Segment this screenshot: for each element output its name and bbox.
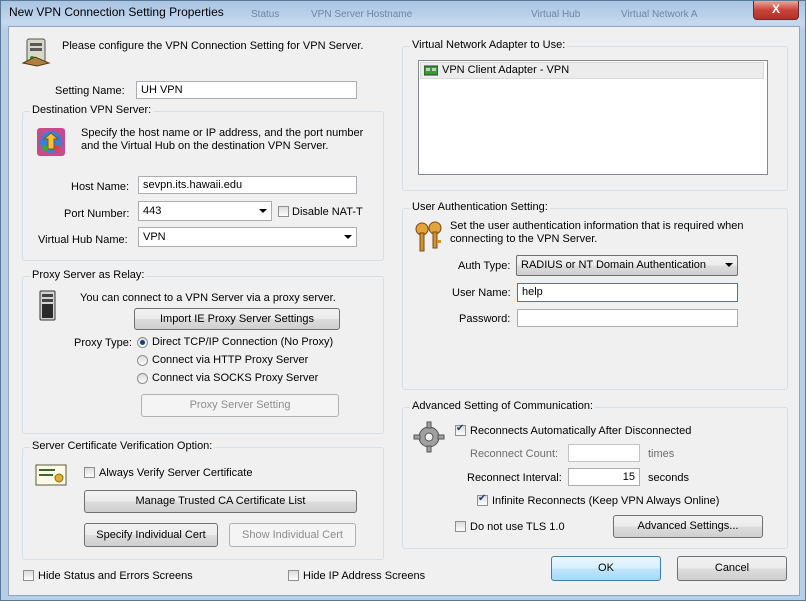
- reconnect-count-unit: times: [648, 448, 675, 460]
- ok-button[interactable]: OK: [551, 556, 661, 581]
- reconnect-count-input[interactable]: [568, 444, 640, 462]
- intro-text: Please configure the VPN Connection Sett…: [62, 40, 364, 52]
- auto-reconnect-checkbox[interactable]: [455, 423, 466, 436]
- auto-reconnect-label: Reconnects Automatically After Disconnec…: [470, 425, 692, 437]
- auth-type-combo[interactable]: RADIUS or NT Domain Authentication: [516, 255, 738, 276]
- proxy-option-label: Connect via HTTP Proxy Server: [152, 354, 309, 366]
- background-column-header: Virtual Network A: [621, 9, 698, 20]
- window-title: New VPN Connection Setting Properties: [9, 5, 224, 19]
- proxy-socks-radio[interactable]: [137, 373, 148, 384]
- hide-ip-label: Hide IP Address Screens: [303, 570, 426, 582]
- no-tls-label: Do not use TLS 1.0: [470, 521, 565, 533]
- destination-description-line: and the Virtual Hub on the destination V…: [81, 140, 329, 152]
- setting-name-input[interactable]: UH VPN: [136, 81, 357, 99]
- keys-icon: [413, 220, 447, 254]
- advanced-group-title: Advanced Setting of Communication:: [410, 400, 595, 412]
- dialog-client-area: Please configure the VPN Connection Sett…: [8, 26, 800, 596]
- port-number-value: 443: [143, 205, 162, 217]
- password-input[interactable]: [517, 309, 738, 327]
- disable-nat-t-checkbox[interactable]: [278, 206, 289, 217]
- proxy-description: You can connect to a VPN Server via a pr…: [80, 292, 336, 304]
- network-globe-icon: [36, 127, 66, 157]
- verify-certificate-checkbox[interactable]: [84, 467, 95, 478]
- proxy-option-label: Direct TCP/IP Connection (No Proxy): [152, 336, 334, 348]
- auth-group-title: User Authentication Setting:: [410, 201, 550, 213]
- proxy-type-label: Proxy Type:: [74, 337, 132, 349]
- gear-icon: [413, 421, 445, 453]
- infinite-reconnect-label: Infinite Reconnects (Keep VPN Always Onl…: [492, 495, 720, 507]
- destination-description-line: Specify the host name or IP address, and…: [81, 127, 364, 139]
- hide-status-checkbox[interactable]: [23, 570, 34, 581]
- show-cert-button[interactable]: Show Individual Cert: [229, 523, 356, 547]
- background-column-header: VPN Server Hostname: [311, 9, 413, 20]
- auth-description-line: connecting to the VPN Server.: [450, 233, 598, 245]
- auth-description-line: Set the user authentication information …: [450, 220, 744, 232]
- hide-ip-checkbox[interactable]: [288, 570, 299, 581]
- proxy-server-setting-button[interactable]: Proxy Server Setting: [141, 394, 339, 417]
- chevron-down-icon: [344, 235, 352, 239]
- virtual-hub-combo[interactable]: VPN: [138, 227, 357, 247]
- certificate-group-title: Server Certificate Verification Option:: [30, 440, 215, 452]
- user-name-label: User Name:: [452, 287, 511, 299]
- port-number-label: Port Number:: [64, 208, 130, 220]
- setting-name-label: Setting Name:: [55, 85, 125, 97]
- chevron-down-icon: [725, 263, 733, 267]
- host-name-input[interactable]: sevpn.its.hawaii.edu: [138, 176, 357, 194]
- reconnect-interval-label: Reconnect Interval:: [467, 472, 562, 484]
- password-label: Password:: [459, 313, 511, 325]
- adapter-group-title: Virtual Network Adapter to Use:: [410, 39, 568, 51]
- virtual-hub-value: VPN: [143, 231, 166, 243]
- computer-setup-icon: [21, 37, 53, 67]
- reconnect-interval-unit: seconds: [648, 472, 689, 484]
- background-column-header: Status: [251, 9, 280, 20]
- auth-type-label: Auth Type:: [458, 260, 511, 272]
- user-name-input[interactable]: help: [517, 283, 738, 302]
- specify-cert-button[interactable]: Specify Individual Cert: [84, 523, 218, 547]
- network-adapter-icon: [423, 65, 439, 76]
- reconnect-count-label: Reconnect Count:: [470, 448, 559, 460]
- import-ie-proxy-button[interactable]: Import IE Proxy Server Settings: [134, 308, 340, 330]
- reconnect-interval-input[interactable]: 15: [568, 468, 640, 486]
- adapter-item-label: VPN Client Adapter - VPN: [442, 64, 570, 76]
- dialog-window: New VPN Connection Setting Properties St…: [0, 0, 806, 601]
- certificate-icon: [35, 464, 67, 486]
- no-tls-checkbox[interactable]: [455, 521, 466, 532]
- infinite-reconnect-checkbox[interactable]: [477, 493, 488, 506]
- cancel-button[interactable]: Cancel: [677, 556, 787, 581]
- proxy-group-title: Proxy Server as Relay:: [30, 269, 147, 281]
- advanced-settings-button[interactable]: Advanced Settings...: [613, 515, 763, 538]
- disable-nat-t-label: Disable NAT-T: [292, 206, 363, 218]
- title-bar[interactable]: New VPN Connection Setting Properties St…: [1, 1, 805, 25]
- virtual-hub-label: Virtual Hub Name:: [38, 234, 128, 246]
- server-tower-icon: [38, 290, 58, 322]
- proxy-direct-radio[interactable]: [137, 337, 148, 348]
- proxy-http-radio[interactable]: [137, 355, 148, 366]
- list-item[interactable]: VPN Client Adapter - VPN: [420, 62, 764, 79]
- manage-ca-list-button[interactable]: Manage Trusted CA Certificate List: [84, 490, 357, 513]
- host-name-label: Host Name:: [71, 181, 130, 193]
- destination-group-title: Destination VPN Server:: [30, 104, 154, 116]
- chevron-down-icon: [259, 209, 267, 213]
- background-column-header: Virtual Hub: [531, 9, 581, 20]
- auth-type-value: RADIUS or NT Domain Authentication: [521, 259, 707, 271]
- port-number-combo[interactable]: 443: [138, 201, 272, 221]
- verify-certificate-label: Always Verify Server Certificate: [99, 467, 253, 479]
- hide-status-label: Hide Status and Errors Screens: [38, 570, 193, 582]
- close-button[interactable]: X: [753, 1, 799, 20]
- proxy-option-label: Connect via SOCKS Proxy Server: [152, 372, 319, 384]
- adapter-listbox[interactable]: VPN Client Adapter - VPN: [418, 60, 768, 175]
